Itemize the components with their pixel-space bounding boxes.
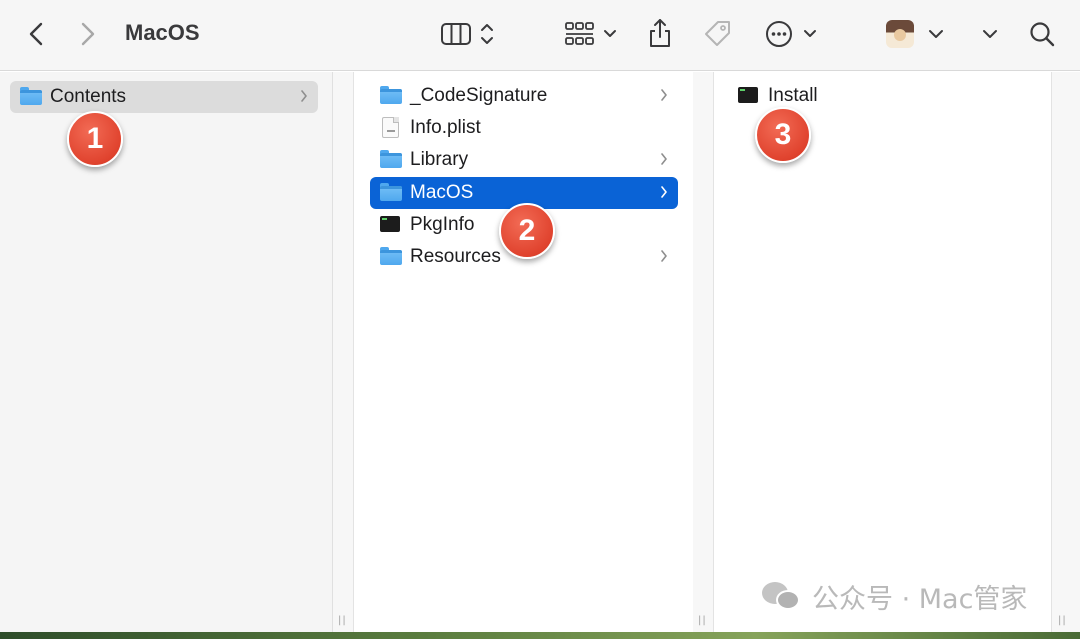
window-title: MacOS xyxy=(125,20,200,45)
resize-handle[interactable]: || xyxy=(1058,615,1067,626)
list-item-label: PkgInfo xyxy=(410,214,475,235)
plist-file-icon xyxy=(380,117,402,138)
forward-button[interactable] xyxy=(76,20,100,48)
back-button[interactable] xyxy=(24,20,48,48)
overflow-button[interactable] xyxy=(978,22,1002,46)
folder-icon xyxy=(380,150,402,170)
folder-icon xyxy=(380,247,402,267)
chevron-down-icon xyxy=(929,30,943,38)
tag-button[interactable] xyxy=(700,18,734,50)
chevron-down-icon xyxy=(983,30,997,38)
tag-icon xyxy=(705,21,730,46)
chevron-left-icon xyxy=(29,22,43,46)
list-item-label: Info.plist xyxy=(410,117,481,138)
browser-column-2[interactable]: _CodeSignature Info.plist Library MacOS … xyxy=(353,72,693,632)
watermark-text: 公众号 · Mac管家 xyxy=(812,583,1028,615)
share-button[interactable] xyxy=(645,16,675,50)
executable-file-icon xyxy=(738,86,760,106)
step-marker-1: 1 xyxy=(67,111,123,167)
grid-group-icon xyxy=(565,22,616,45)
list-item-label: Library xyxy=(410,149,469,170)
share-icon xyxy=(650,19,670,47)
step-marker-2: 2 xyxy=(499,203,555,259)
avatar xyxy=(886,20,914,48)
resize-handle[interactable]: || xyxy=(338,615,347,626)
list-item-label: MacOS xyxy=(410,182,474,203)
search-icon xyxy=(1030,22,1055,47)
view-mode-button[interactable] xyxy=(438,18,498,50)
chat-bubbles-icon xyxy=(762,580,802,612)
list-item-codesignature[interactable]: _CodeSignature xyxy=(370,80,678,112)
list-item-label: Contents xyxy=(50,86,127,107)
list-item-label: Resources xyxy=(410,246,501,267)
chevron-right-icon xyxy=(81,22,95,46)
toolbar: MacOS xyxy=(0,0,1080,71)
disclosure-chevron-icon xyxy=(661,89,667,101)
list-item-label: Install xyxy=(768,85,818,106)
app-avatar-button[interactable] xyxy=(886,18,946,50)
column-resize-gutter[interactable]: || xyxy=(333,72,353,632)
browser-column-4[interactable]: || xyxy=(1051,72,1080,632)
disclosure-chevron-icon xyxy=(661,250,667,262)
browser-column-1[interactable]: Contents xyxy=(0,72,333,632)
executable-file-icon xyxy=(380,215,402,235)
list-item-info-plist[interactable]: Info.plist xyxy=(370,112,678,144)
list-item-contents[interactable]: Contents xyxy=(10,81,318,113)
disclosure-chevron-icon xyxy=(661,153,667,165)
search-button[interactable] xyxy=(1026,18,1058,50)
step-marker-3: 3 xyxy=(755,107,811,163)
group-button[interactable] xyxy=(562,18,620,50)
folder-icon xyxy=(20,87,42,107)
list-item-label: _CodeSignature xyxy=(410,85,548,106)
folder-icon xyxy=(380,183,402,203)
desktop-background-strip xyxy=(0,632,1080,639)
watermark: 公众号 · Mac管家 xyxy=(762,578,1028,615)
folder-icon xyxy=(380,86,402,106)
disclosure-chevron-icon xyxy=(301,90,307,102)
more-actions-button[interactable] xyxy=(762,18,820,50)
ellipsis-circle-icon xyxy=(766,21,816,47)
disclosure-chevron-icon xyxy=(661,186,667,198)
column-view-icon xyxy=(441,23,493,45)
resize-handle[interactable]: || xyxy=(698,615,707,626)
column-resize-gutter[interactable]: || xyxy=(693,72,713,632)
list-item-library[interactable]: Library xyxy=(370,144,678,176)
